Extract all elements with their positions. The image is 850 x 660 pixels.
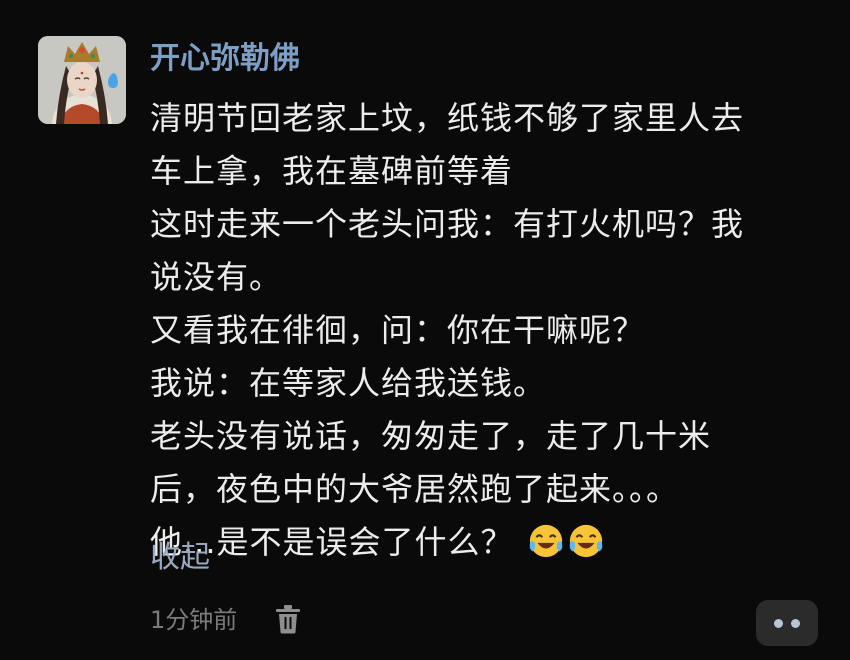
laughing-crying-emoji-icon xyxy=(569,524,602,558)
avatar-image xyxy=(38,36,126,124)
post-text-line: 清明节回老家上坟，纸钱不够了家里人去 xyxy=(150,99,745,137)
laughing-crying-emoji-icon xyxy=(529,524,562,558)
more-options-button[interactable] xyxy=(756,600,818,646)
post-content: 清明节回老家上坟，纸钱不够了家里人去 车上拿，我在墓碑前等着 这时走来一个老头问… xyxy=(150,92,840,569)
post-text-line: 老头没有说话，匆匆走了，走了几十米 xyxy=(150,417,712,455)
post-last-line: 他...是不是误会了什么？ xyxy=(150,516,840,569)
post-text-line: 又看我在徘徊，问：你在干嘛呢？ xyxy=(150,311,646,349)
post-text-line: 这时走来一个老头问我：有打火机吗？我 xyxy=(150,205,745,243)
more-dots-icon xyxy=(774,619,783,628)
collapse-link[interactable]: 收起 xyxy=(150,536,210,580)
post-text-line: 车上拿，我在墓碑前等着 xyxy=(150,152,514,190)
post-text-line: 说没有。 xyxy=(150,258,283,296)
post-text-line: 后，夜色中的大爷居然跑了起来。。。 xyxy=(150,470,680,508)
username[interactable]: 开心弥勒佛 xyxy=(150,38,300,80)
more-dots-icon xyxy=(791,619,800,628)
post-text-line: 我说：在等家人给我送钱。 xyxy=(150,364,547,402)
avatar[interactable] xyxy=(38,36,126,124)
timestamp: 1分钟前 xyxy=(150,606,238,634)
trash-icon[interactable] xyxy=(275,604,301,634)
